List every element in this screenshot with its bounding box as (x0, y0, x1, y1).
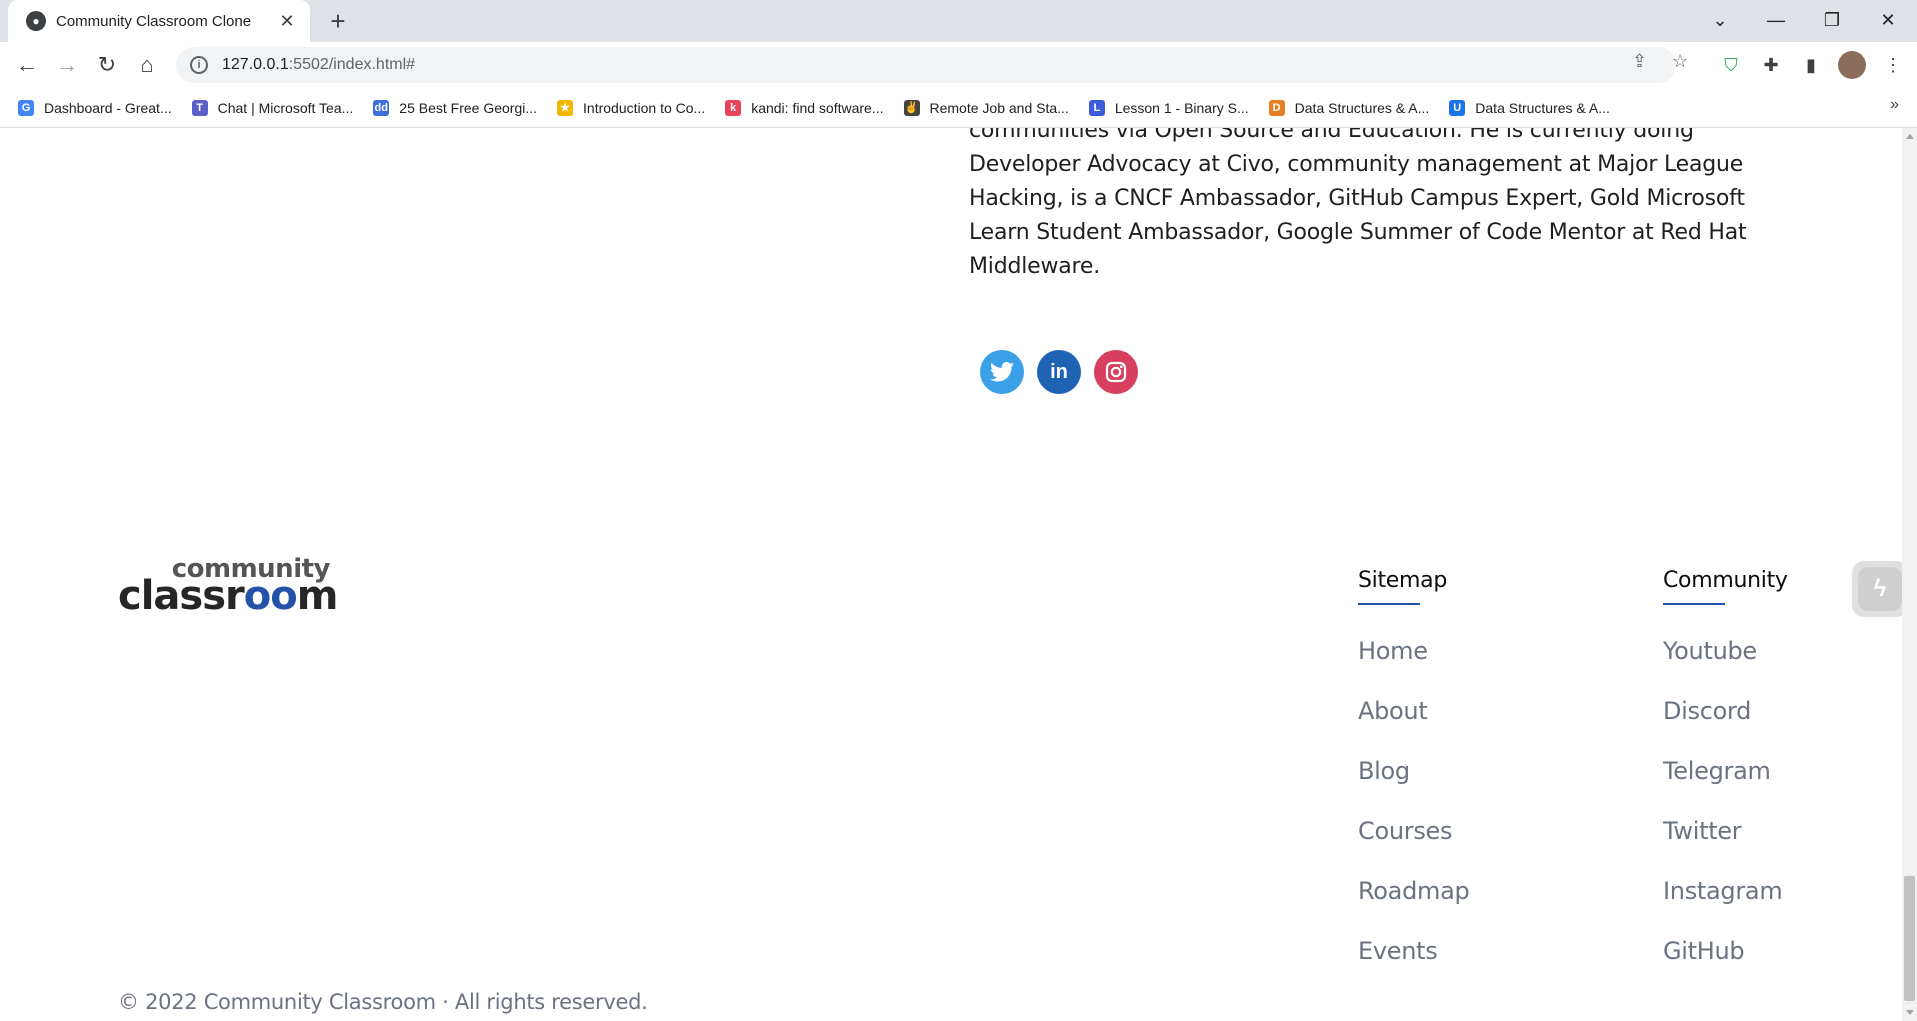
logo-text-part-2: oo (243, 573, 298, 619)
bookmark-item[interactable]: U Data Structures & A... (1449, 99, 1610, 116)
shield-extension-icon[interactable]: ⛉ (1718, 52, 1744, 78)
tab-title: Community Classroom Clone (56, 12, 252, 30)
bookmark-favicon-icon: T (191, 99, 208, 116)
community-heading-underline (1663, 603, 1725, 605)
lightning-icon: ϟ (1858, 567, 1902, 611)
sitemap-link[interactable]: About (1358, 699, 1469, 759)
logo-text-classroom: classroom (118, 573, 339, 619)
scrollbar-thumb[interactable] (1904, 876, 1915, 1001)
community-link[interactable]: Discord (1663, 699, 1788, 759)
bookmark-label: Remote Job and Sta... (929, 99, 1069, 116)
bookmark-item[interactable]: dd 25 Best Free Georgi... (373, 99, 538, 116)
url-host: 127.0.0.1 (222, 56, 289, 73)
back-icon[interactable]: ← (12, 50, 42, 80)
social-links: in (980, 350, 1151, 394)
more-bookmarks-icon[interactable]: » (1890, 96, 1899, 114)
community-links: Youtube Discord Telegram Twitter Instagram Gi… (1663, 639, 1788, 999)
footer-sitemap-column: Sitemap Home About Blog Courses Roadmap Event… (1358, 568, 1470, 999)
browser-toolbar: ← → ↻ ⌂ i 127.0.0.1:5502/index.html# ⇪ ☆… (0, 42, 1917, 88)
logo-text-part-1: classr (118, 573, 245, 619)
vertical-scrollbar[interactable] (1902, 128, 1917, 1021)
profile-avatar[interactable] (1838, 51, 1866, 79)
bookmark-label: Data Structures & A... (1475, 99, 1610, 116)
sitemap-link[interactable]: Roadmap (1358, 879, 1470, 939)
scroll-down-arrow-icon[interactable] (1906, 1010, 1914, 1015)
bookmark-label: Data Structures & A... (1294, 99, 1430, 116)
share-icon[interactable]: ⇪ (1632, 51, 1647, 72)
browser-tab[interactable]: ● Community Classroom Clone ✕ (8, 0, 310, 42)
bookmark-item[interactable]: k kandi: find software... (725, 99, 884, 116)
bookmark-favicon-icon: ★ (557, 99, 574, 116)
bookmark-item[interactable]: L Lesson 1 - Binary S... (1088, 99, 1249, 116)
url-path: :5502/index.html# (288, 56, 416, 73)
close-tab-icon[interactable]: ✕ (276, 11, 298, 32)
bookmark-label: Introduction to Co... (583, 99, 706, 116)
bookmark-label: Chat | Microsoft Tea... (217, 99, 354, 116)
restore-button[interactable]: ❐ (1804, 0, 1860, 40)
minimize-button[interactable]: — (1748, 0, 1804, 40)
community-link[interactable]: Telegram (1663, 759, 1788, 819)
bookmark-item[interactable]: T Chat | Microsoft Tea... (191, 99, 354, 116)
copyright-text: © 2022 Community Classroom · All rights … (118, 990, 648, 1014)
bookmark-label: kandi: find software... (751, 99, 884, 116)
forward-icon[interactable]: → (52, 50, 82, 80)
community-classroom-logo[interactable]: community classroom (118, 556, 338, 616)
bookmark-favicon-icon: G (18, 99, 34, 116)
twitter-icon[interactable] (980, 350, 1024, 394)
sitemap-link[interactable]: Events (1358, 939, 1469, 999)
bookmark-item[interactable]: D Data Structures & A... (1268, 99, 1430, 116)
bookmark-favicon-icon: L (1088, 99, 1105, 116)
page-viewport: communities via Open Source and Educatio… (0, 128, 1917, 1021)
instagram-icon[interactable] (1094, 350, 1138, 394)
linkedin-icon[interactable]: in (1037, 350, 1081, 394)
tab-strip: ● Community Classroom Clone ✕ + ⌄ — ❐ ✕ (0, 0, 1917, 42)
sitemap-link[interactable]: Blog (1358, 759, 1469, 819)
bookmark-favicon-icon: dd (373, 99, 390, 116)
tab-search-icon[interactable]: ⌄ (1692, 0, 1748, 40)
bookmark-favicon-icon: ✌ (903, 99, 920, 116)
bookmark-label: Lesson 1 - Binary S... (1114, 99, 1249, 116)
sitemap-link[interactable]: Courses (1358, 819, 1469, 879)
address-bar[interactable]: i 127.0.0.1:5502/index.html# (176, 47, 1676, 83)
speaker-bio-text: communities via Open Source and Educatio… (969, 128, 1747, 279)
bookmark-favicon-icon: D (1268, 99, 1285, 116)
bookmark-item[interactable]: ★ Introduction to Co... (557, 99, 706, 116)
logo-text-part-3: m (296, 573, 339, 619)
community-link[interactable]: Twitter (1663, 819, 1788, 879)
reload-icon[interactable]: ↻ (92, 50, 122, 80)
community-link[interactable]: GitHub (1663, 939, 1788, 999)
community-link[interactable]: Youtube (1663, 639, 1788, 699)
community-link[interactable]: Instagram (1663, 879, 1788, 939)
extensions-puzzle-icon[interactable]: ✚ (1758, 52, 1784, 78)
side-panel-icon[interactable]: ▮ (1798, 52, 1824, 78)
community-heading: Community (1663, 568, 1788, 593)
sitemap-links: Home About Blog Courses Roadmap Events (1358, 639, 1470, 999)
sitemap-link[interactable]: Home (1358, 639, 1469, 699)
menu-kebab-icon[interactable]: ⋮ (1880, 52, 1906, 78)
bookmark-favicon-icon: k (725, 99, 742, 116)
bookmark-star-icon[interactable]: ☆ (1672, 51, 1688, 72)
bookmark-item[interactable]: ✌ Remote Job and Sta... (903, 99, 1069, 116)
floating-widget-button[interactable]: ϟ (1852, 561, 1908, 617)
site-info-icon[interactable]: i (190, 56, 208, 74)
bookmark-label: Dashboard - Great... (44, 99, 172, 116)
bookmarks-bar: G Dashboard - Great... T Chat | Microsoft T… (0, 88, 1917, 128)
sitemap-heading-underline (1358, 603, 1420, 605)
scroll-up-arrow-icon[interactable] (1906, 134, 1914, 139)
home-icon[interactable]: ⌂ (132, 50, 162, 80)
bookmark-favicon-icon: U (1449, 99, 1466, 116)
bookmark-item[interactable]: G Dashboard - Great... (18, 99, 172, 116)
globe-icon: ● (26, 11, 46, 31)
bookmark-label: 25 Best Free Georgi... (399, 99, 538, 116)
new-tab-button[interactable]: + (322, 6, 354, 36)
sitemap-heading: Sitemap (1358, 568, 1448, 593)
footer-community-column: Community Youtube Discord Telegram Twitter I… (1663, 568, 1788, 999)
close-window-button[interactable]: ✕ (1860, 0, 1916, 40)
